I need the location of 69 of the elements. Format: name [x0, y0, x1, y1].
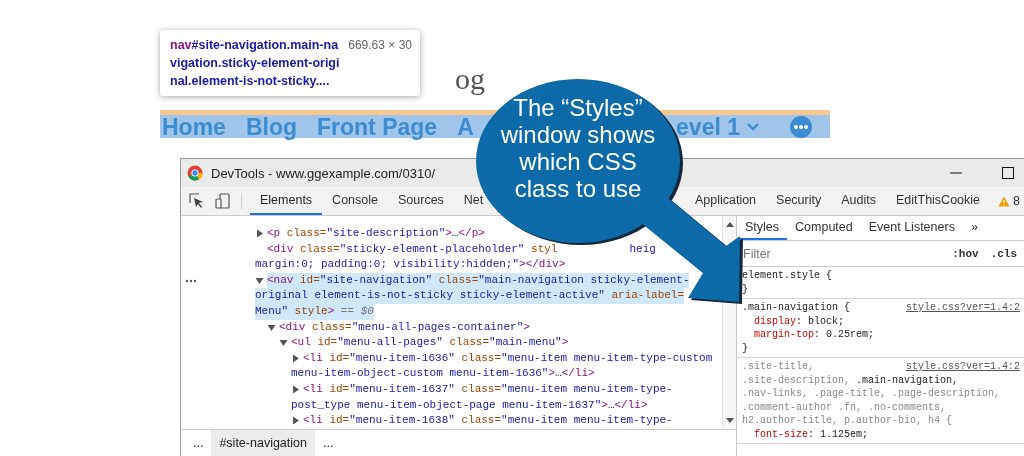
- code-line[interactable]: <ul id="menu-all-pages" class="main-menu">: [291, 335, 569, 351]
- code-line[interactable]: <div class="menu-all-pages-container">: [279, 319, 530, 336]
- css-property[interactable]: display: block;: [742, 314, 1020, 328]
- panel-tab[interactable]: Net: [453, 187, 484, 215]
- tooltip-selector: nav#site-navigation.main-navigation.sticky-element-original.element-is-not-sticky....: [170, 37, 341, 90]
- more-tabs-button[interactable]: »: [962, 216, 986, 240]
- collapse-arrow-icon[interactable]: [279, 338, 288, 348]
- dots-icon: [793, 123, 809, 130]
- panel-tab[interactable]: Sources: [388, 187, 454, 215]
- css-selector: p.author-bio,: [844, 415, 923, 426]
- sidebar-tab[interactable]: Event Listeners: [860, 216, 963, 240]
- panel-tab[interactable]: Elements: [250, 187, 323, 215]
- css-selector: .main-navigation,: [856, 374, 959, 386]
- warning-count: 8: [1013, 194, 1021, 208]
- collapse-arrow-icon[interactable]: [267, 322, 276, 332]
- more-icon[interactable]: [185, 278, 197, 283]
- tooltip-size: 669.63 × 30: [348, 37, 412, 54]
- css-property[interactable]: margin-top: 0.25rem;: [742, 328, 1020, 342]
- callout-text: The “Styles” window shows which CSS class to use: [499, 94, 657, 202]
- css-selector: .nav-links,: [742, 388, 808, 399]
- code-line[interactable]: menu-item-object-custom menu-item-1636">…</li>: [291, 366, 595, 382]
- device-icon[interactable]: [215, 193, 231, 209]
- breadcrumb[interactable]: ...: [185, 430, 212, 456]
- class-button[interactable]: .cls: [987, 247, 1020, 260]
- panel-tab[interactable]: EditThisCookie: [885, 187, 991, 215]
- scroll-up-icon[interactable]: [725, 222, 734, 227]
- css-selector: .main-navigation {: [742, 302, 851, 313]
- hover-state-button[interactable]: :hov: [949, 247, 982, 260]
- expand-arrow-icon[interactable]: [291, 354, 300, 364]
- code-line[interactable]: <li id="menu-item-1637" class="menu-item menu-item-type-: [303, 381, 673, 398]
- scroll-down-icon[interactable]: [725, 418, 734, 423]
- css-selector: .comment-author .fn,: [742, 401, 863, 413]
- code-line[interactable]: <div class="sticky-element-placeholder" styl: [267, 241, 558, 258]
- css-brace: }: [742, 282, 749, 296]
- window-title: DevTools - www.ggexample.com/0310/: [211, 165, 435, 181]
- css-selector: h4 {: [928, 415, 953, 426]
- expand-arrow-icon[interactable]: [291, 416, 300, 426]
- css-selector: .page-title,: [814, 388, 887, 399]
- cursor-icon[interactable]: [189, 193, 205, 209]
- code-line[interactable]: <li id="menu-item-1638" class="menu-item menu-item-type-: [303, 413, 673, 429]
- panel-tab[interactable]: Security: [766, 187, 832, 215]
- code-line[interactable]: post_type menu-item-object-page menu-item-1637">…</li>: [291, 397, 648, 414]
- panel-tab[interactable]: Audits: [831, 187, 886, 215]
- css-selector: element.style {: [742, 270, 832, 281]
- css-selector: h2.author-title,: [742, 415, 838, 426]
- breadcrumb[interactable]: #site-navigation: [211, 430, 315, 456]
- more-button[interactable]: [790, 115, 812, 138]
- css-selector: .site-title,: [742, 361, 814, 372]
- code-line[interactable]: margin:0; padding:0; visibility:hidden;"></div>: [255, 257, 566, 273]
- panel-tab[interactable]: Console: [322, 187, 388, 215]
- css-property[interactable]: font-size: 1.125em;: [742, 427, 1020, 441]
- site-title: og: [455, 62, 485, 95]
- code-line[interactable]: <li id="menu-item-1636" class="menu-item menu-item-type-custom: [303, 350, 713, 367]
- code-line[interactable]: <p class="site-description">…</p>: [267, 226, 485, 242]
- source-link[interactable]: style.css?ver=1.4:2: [905, 301, 1020, 315]
- css-selector: .site-description,: [742, 374, 851, 386]
- css-selector: .page-description,: [892, 388, 1001, 399]
- css-selector: .no-comments,: [868, 401, 947, 413]
- expand-arrow-icon[interactable]: [291, 385, 300, 395]
- css-brace: }: [742, 341, 749, 355]
- source-link[interactable]: style.css?ver=1.4:2: [905, 360, 1020, 374]
- code-line[interactable]: heig: [629, 241, 656, 258]
- expand-arrow-icon[interactable]: [255, 229, 264, 239]
- maximize-icon[interactable]: [1002, 167, 1014, 179]
- collapse-arrow-icon[interactable]: [255, 276, 264, 286]
- circular-logo-icon: [187, 165, 203, 181]
- sidebar-tab[interactable]: Computed: [787, 216, 861, 240]
- breadcrumb[interactable]: ...: [315, 430, 342, 456]
- panel-tab[interactable]: Application: [684, 187, 767, 215]
